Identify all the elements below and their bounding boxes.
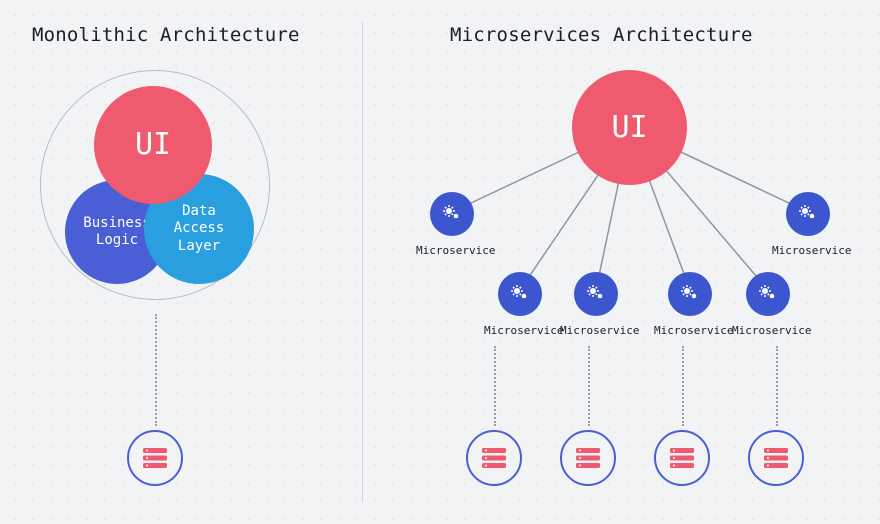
ms-to-server-line-4 [776, 346, 778, 426]
microservice-label-2: Microservice [772, 244, 851, 257]
microservice-node-6 [746, 272, 790, 316]
microservices-panel: Microservices Architecture UI Microservi… [360, 0, 880, 524]
microservice-label-4: Microservice [560, 324, 639, 337]
server-icon-2 [560, 430, 616, 486]
monolithic-title: Monolithic Architecture [32, 24, 300, 46]
ui-bubble: UI [94, 86, 212, 204]
microservice-node-1 [430, 192, 474, 236]
ms-to-server-line-3 [682, 346, 684, 426]
ui-node-label: UI [611, 110, 647, 145]
monolith-to-server-line [155, 314, 157, 426]
microservice-label-1: Microservice [416, 244, 495, 257]
ui-node: UI [572, 70, 687, 185]
server-icon-4 [748, 430, 804, 486]
monolithic-panel: Monolithic Architecture Business Logic D… [0, 0, 360, 524]
microservice-node-2 [786, 192, 830, 236]
server-icon-3 [654, 430, 710, 486]
ms-to-server-line-2 [588, 346, 590, 426]
ui-bubble-label: UI [135, 126, 171, 164]
ms-to-server-line-1 [494, 346, 496, 426]
microservice-node-4 [574, 272, 618, 316]
monolith-server-icon [127, 430, 183, 486]
microservice-label-6: Microservice [732, 324, 811, 337]
server-icon-1 [466, 430, 522, 486]
microservice-label-3: Microservice [484, 324, 563, 337]
microservice-node-5 [668, 272, 712, 316]
microservice-label-5: Microservice [654, 324, 733, 337]
business-logic-label: Business Logic [83, 215, 150, 250]
data-access-label: Data Access Layer [174, 203, 225, 256]
microservice-node-3 [498, 272, 542, 316]
